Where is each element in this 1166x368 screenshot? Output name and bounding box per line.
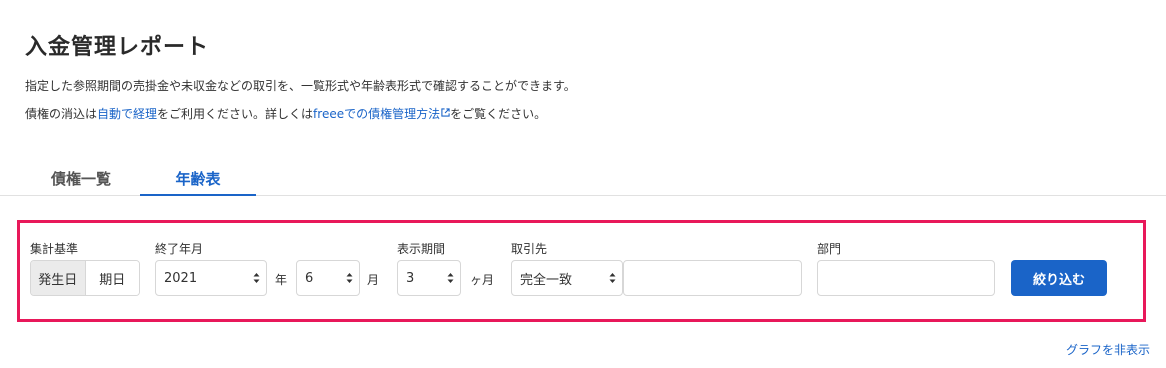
- period-select[interactable]: 3: [397, 260, 461, 296]
- page-note: 債権の消込は自動で経理をご利用ください。詳しくはfreeeでの債権管理方法 をご覧…: [25, 105, 546, 122]
- period-unit: ヶ月: [470, 273, 495, 287]
- receivable-management-link-label: freeeでの債権管理方法: [313, 107, 441, 121]
- filter-submit-button[interactable]: 絞り込む: [1011, 260, 1107, 296]
- end-year-select[interactable]: 2021: [155, 260, 267, 296]
- basis-label: 集計基準: [30, 242, 79, 256]
- end-month-label: 終了年月: [155, 242, 204, 256]
- filter-panel: 集計基準 発生日 期日 終了年月 2021 年 6 月 表示期間 3 ヶ月 取引…: [17, 220, 1146, 322]
- period-label: 表示期間: [397, 242, 446, 256]
- partner-label: 取引先: [511, 242, 548, 256]
- basis-toggle: 発生日 期日: [30, 260, 140, 296]
- receivable-management-link[interactable]: freeeでの債権管理方法: [313, 107, 450, 121]
- auto-accounting-link[interactable]: 自動で経理: [97, 107, 157, 121]
- basis-due-date-button[interactable]: 期日: [85, 261, 139, 295]
- note-suffix: をご覧ください。: [450, 107, 547, 121]
- select-arrows-icon: [253, 273, 260, 283]
- note-prefix: 債権の消込は: [25, 107, 98, 121]
- month-unit: 月: [367, 273, 380, 287]
- year-unit: 年: [275, 273, 288, 287]
- note-middle: をご利用ください。詳しくは: [157, 107, 314, 121]
- tab-receivable-list[interactable]: 債権一覧: [20, 168, 142, 196]
- partner-match-value: 完全一致: [520, 272, 573, 288]
- report-tabs: 債権一覧 年齢表: [0, 160, 1166, 196]
- select-arrows-icon: [447, 273, 454, 283]
- partner-search-input[interactable]: [623, 260, 802, 296]
- department-input[interactable]: [817, 260, 995, 296]
- tab-aging-table[interactable]: 年齢表: [140, 168, 256, 196]
- period-value: 3: [406, 270, 415, 286]
- page-description: 指定した参照期間の売掛金や未収金などの取引を、一覧形式や年齢表形式で確認すること…: [25, 79, 576, 93]
- department-label: 部門: [817, 242, 842, 256]
- select-arrows-icon: [346, 273, 353, 283]
- end-month-value: 6: [305, 270, 314, 286]
- hide-graph-link[interactable]: グラフを非表示: [1066, 341, 1150, 358]
- page-title: 入金管理レポート: [25, 35, 210, 60]
- partner-match-select[interactable]: 完全一致: [511, 260, 623, 296]
- external-link-icon: [441, 108, 450, 117]
- end-month-select[interactable]: 6: [296, 260, 360, 296]
- select-arrows-icon: [609, 273, 616, 283]
- basis-occurrence-date-button[interactable]: 発生日: [31, 261, 86, 295]
- end-year-value: 2021: [164, 270, 198, 286]
